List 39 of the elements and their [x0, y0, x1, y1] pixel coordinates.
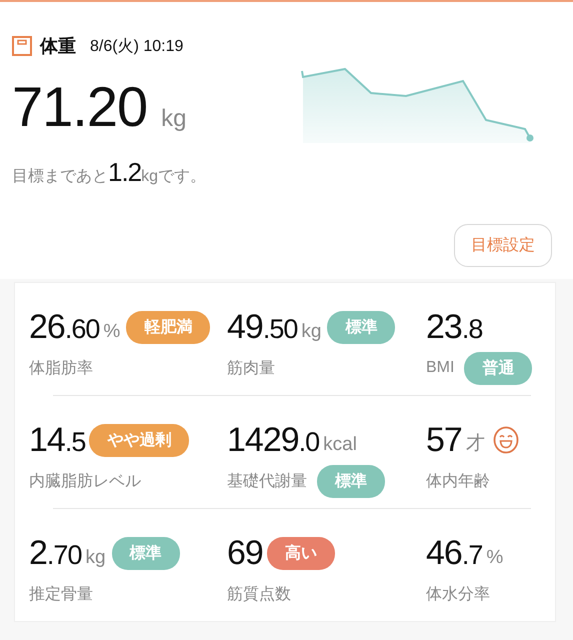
- smiley-icon: [492, 426, 519, 454]
- status-badge: 高い: [266, 536, 335, 570]
- weight-value: 71.20: [12, 74, 148, 139]
- metric-label: 筋肉量: [227, 358, 275, 378]
- unit-label: %: [103, 321, 120, 344]
- weight-unit: kg: [161, 105, 186, 133]
- metric-value: 23.8: [426, 308, 482, 346]
- status-badge: 普通: [464, 352, 532, 384]
- status-badge: やや過剰: [89, 424, 190, 456]
- metric-value: 2.70: [29, 534, 82, 572]
- metric-label: 筋質点数: [227, 584, 291, 604]
- goal-setting-button[interactable]: 目標設定: [454, 224, 552, 267]
- title: 体重: [40, 35, 76, 58]
- status-badge: 標準: [327, 310, 396, 344]
- scale-icon: [12, 36, 32, 56]
- metric-value: 69: [227, 534, 263, 572]
- metric-value: 57: [426, 420, 462, 460]
- unit-label: kcal: [323, 434, 357, 457]
- goal-remaining-text: 目標まであと 1.2kgです。: [12, 157, 206, 188]
- date-time: 8/6(火) 10:19: [90, 36, 184, 56]
- metric-value: 26.60: [29, 308, 100, 346]
- metric-value: 14.5: [29, 420, 86, 460]
- status-badge: 軽肥満: [126, 310, 210, 344]
- metric-label: 体脂肪率: [29, 358, 93, 378]
- metric-label: 体水分率: [426, 584, 490, 604]
- status-badge: 標準: [317, 464, 385, 498]
- status-badge: 標準: [112, 536, 180, 570]
- metric-value: 49.50: [227, 308, 298, 346]
- unit-label: kg: [301, 321, 322, 344]
- metric-label: 基礎代謝量: [227, 472, 307, 492]
- unit-label: 才: [466, 432, 485, 456]
- metric-label: 内臓脂肪レベル: [29, 472, 141, 492]
- metric-value: 46.7: [426, 534, 482, 572]
- unit-label: kg: [85, 547, 106, 570]
- unit-label: %: [486, 547, 504, 570]
- metric-label: 体内年齢: [426, 472, 490, 492]
- metric-label: 推定骨量: [29, 584, 93, 604]
- metric-value: 1429.0: [227, 420, 320, 460]
- metric-label: BMI: [426, 359, 454, 377]
